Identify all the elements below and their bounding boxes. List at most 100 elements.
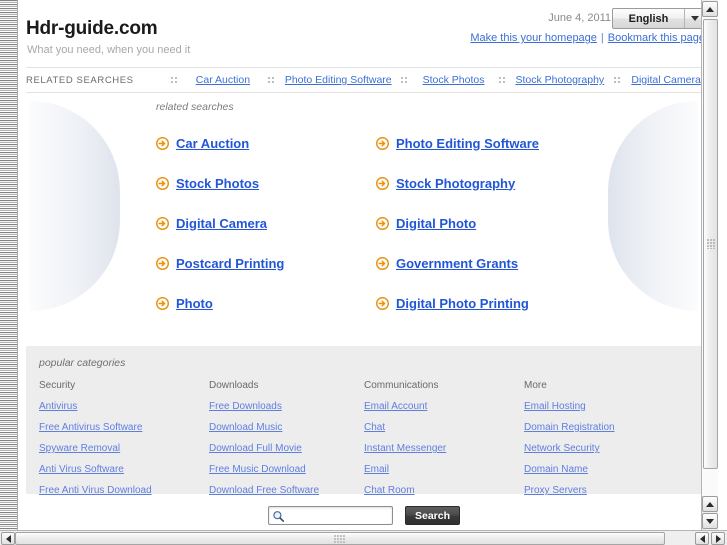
left-hatched-gutter — [0, 0, 18, 530]
category-link[interactable]: Download Full Movie — [209, 443, 364, 454]
site-tagline: What you need, when you need it — [27, 44, 191, 56]
related-search-link[interactable]: Stock Photos — [176, 176, 259, 191]
category-heading: Security — [39, 380, 76, 391]
circle-arrow-right-icon — [156, 216, 169, 230]
dot-grid-separator-icon — [604, 76, 630, 84]
related-search-item-2[interactable]: Stock Photos — [156, 163, 376, 203]
related-search-item-4[interactable]: Digital Camera — [156, 203, 376, 243]
category-heading: Communications — [364, 380, 439, 391]
related-search-link[interactable]: Car Auction — [176, 136, 249, 151]
category-link[interactable]: Anti Virus Software — [39, 464, 209, 475]
circle-arrow-right-icon — [376, 136, 389, 150]
category-heading: Downloads — [209, 380, 259, 391]
scroll-left-button-secondary[interactable] — [695, 532, 709, 545]
horizontal-scrollbar[interactable] — [0, 530, 727, 545]
circle-arrow-right-icon — [376, 176, 389, 190]
dot-grid-separator-icon — [259, 76, 285, 84]
search-button[interactable]: Search — [405, 506, 460, 525]
related-search-link[interactable]: Digital Photo Printing — [396, 296, 529, 311]
related-search-link[interactable]: Photo Editing Software — [396, 136, 539, 151]
page-content: Hdr-guide.com What you need, when you ne… — [19, 0, 709, 530]
category-link[interactable]: Free Music Download — [209, 464, 364, 475]
category-link[interactable]: Network Security — [524, 443, 689, 454]
navbar-items: Car Auction Photo Editing Software Stock… — [161, 74, 702, 86]
related-search-item-3[interactable]: Stock Photography — [376, 163, 586, 203]
related-search-item-0[interactable]: Car Auction — [156, 123, 376, 163]
triangle-up-icon — [706, 501, 714, 507]
category-link[interactable]: Chat Room — [364, 485, 524, 496]
related-searches-grid: Car Auction Photo Editing Software Stock… — [156, 123, 586, 323]
header-link-divider: | — [600, 32, 604, 44]
category-link[interactable]: Instant Messenger — [364, 443, 524, 454]
navbar-cell: Stock Photography — [515, 74, 604, 86]
vertical-scrollbar[interactable] — [701, 0, 718, 530]
category-link[interactable]: Domain Registration — [524, 422, 689, 433]
category-link[interactable]: Free Antivirus Software — [39, 422, 209, 433]
category-link[interactable]: Chat — [364, 422, 524, 433]
navbar-item-0[interactable]: Car Auction — [196, 74, 250, 86]
navbar-item-2[interactable]: Stock Photos — [423, 74, 485, 86]
category-link[interactable]: Antivirus — [39, 401, 209, 412]
category-link[interactable]: Free Downloads — [209, 401, 364, 412]
category-column-more: More Email Hosting Domain Registration N… — [524, 380, 689, 506]
dot-grid-separator-icon — [392, 76, 418, 84]
category-link[interactable]: Domain Name — [524, 464, 689, 475]
popular-categories-panel: popular categories Security Antivirus Fr… — [26, 346, 702, 496]
triangle-left-icon — [5, 534, 11, 543]
related-search-item-9[interactable]: Digital Photo Printing — [376, 283, 586, 323]
related-search-item-5[interactable]: Digital Photo — [376, 203, 586, 243]
related-search-link[interactable]: Digital Photo — [396, 216, 476, 231]
category-link[interactable]: Email — [364, 464, 524, 475]
vertical-scrollbar-thumb[interactable] — [703, 19, 718, 469]
related-searches-navbar: RELATED SEARCHES Car Auction Photo Editi… — [26, 67, 702, 93]
dot-grid-separator-icon — [161, 76, 187, 84]
browser-window: Hdr-guide.com What you need, when you ne… — [0, 0, 727, 545]
language-dropdown[interactable]: English — [612, 8, 705, 29]
bookmark-page-link[interactable]: Bookmark this page — [608, 32, 705, 44]
related-search-item-6[interactable]: Postcard Printing — [156, 243, 376, 283]
triangle-left-icon — [699, 534, 705, 543]
circle-arrow-right-icon — [376, 216, 389, 230]
scrollbar-grip-icon — [707, 239, 716, 249]
current-date: June 4, 2011 — [548, 12, 611, 24]
related-searches-panel: related searches Car Auction Photo Editi… — [26, 93, 702, 338]
horizontal-scrollbar-thumb[interactable] — [15, 532, 665, 545]
related-search-item-8[interactable]: Photo — [156, 283, 376, 323]
related-search-link[interactable]: Government Grants — [396, 256, 518, 271]
circle-arrow-right-icon — [156, 136, 169, 150]
navbar-cell: Stock Photos — [418, 74, 490, 86]
scroll-up-button-secondary[interactable] — [702, 496, 718, 512]
scroll-right-button[interactable] — [711, 532, 725, 545]
make-homepage-link[interactable]: Make this your homepage — [470, 32, 597, 44]
related-search-link[interactable]: Stock Photography — [396, 176, 515, 191]
circle-arrow-right-icon — [156, 256, 169, 270]
header-links: Make this your homepage | Bookmark this pa… — [470, 32, 705, 44]
related-search-item-7[interactable]: Government Grants — [376, 243, 586, 283]
category-column-downloads: Downloads Free Downloads Download Music … — [209, 380, 364, 506]
related-search-link[interactable]: Postcard Printing — [176, 256, 284, 271]
circle-arrow-right-icon — [156, 296, 169, 310]
category-link[interactable]: Spyware Removal — [39, 443, 209, 454]
navbar-item-3[interactable]: Stock Photography — [515, 74, 604, 86]
navbar-item-4[interactable]: Digital Camera — [631, 74, 700, 86]
category-link[interactable]: Download Free Software — [209, 485, 364, 496]
related-search-link[interactable]: Digital Camera — [176, 216, 267, 231]
category-link[interactable]: Free Anti Virus Download — [39, 485, 209, 496]
category-link[interactable]: Proxy Servers — [524, 485, 689, 496]
left-semicircle-decoration — [30, 101, 120, 311]
scroll-down-button[interactable] — [702, 513, 718, 529]
related-search-item-1[interactable]: Photo Editing Software — [376, 123, 586, 163]
related-search-link[interactable]: Photo — [176, 296, 213, 311]
right-semicircle-decoration — [608, 101, 698, 311]
navbar-item-1[interactable]: Photo Editing Software — [285, 74, 392, 86]
navbar-cell: Photo Editing Software — [285, 74, 392, 86]
scroll-up-button[interactable] — [702, 1, 718, 17]
popular-categories-caption: popular categories — [39, 357, 126, 369]
category-link[interactable]: Download Music — [209, 422, 364, 433]
circle-arrow-right-icon — [156, 176, 169, 190]
search-field[interactable] — [268, 506, 393, 525]
search-input[interactable] — [287, 509, 392, 522]
category-link[interactable]: Email Account — [364, 401, 524, 412]
category-link[interactable]: Email Hosting — [524, 401, 689, 412]
scroll-left-button[interactable] — [1, 532, 15, 545]
